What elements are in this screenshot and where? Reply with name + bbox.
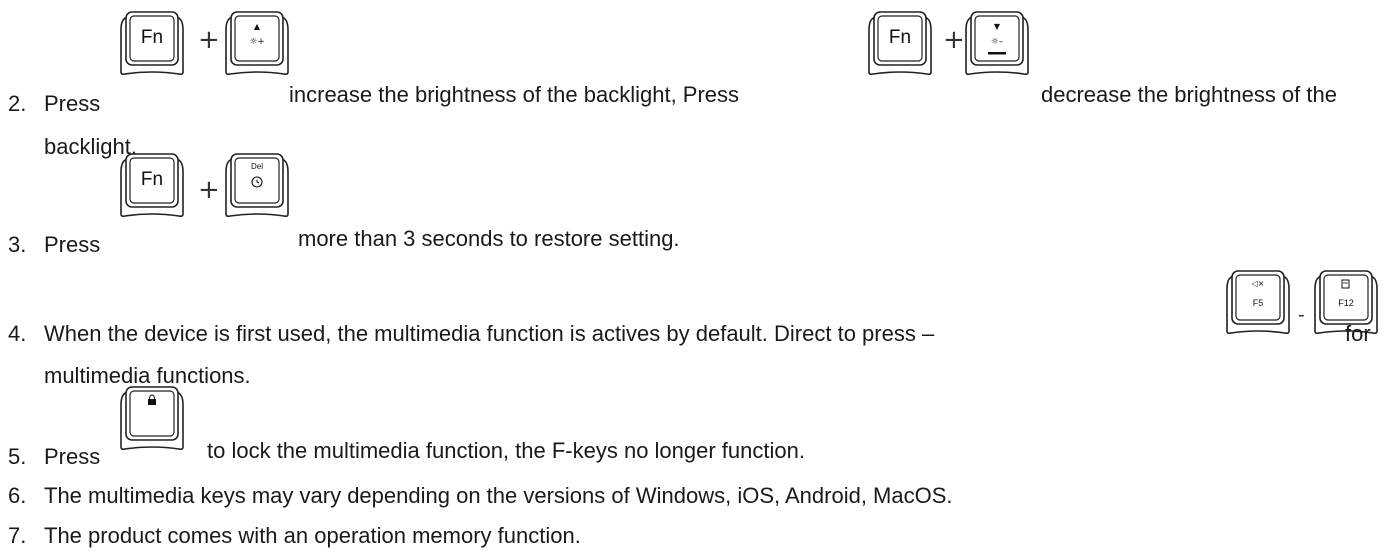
mute-icon: ◁× bbox=[1251, 279, 1265, 288]
fn-key-icon: Fn bbox=[865, 10, 935, 77]
brightness-up-label: ☼+ bbox=[249, 37, 265, 47]
plus-sign: + bbox=[198, 175, 220, 205]
fn-label: Fn bbox=[889, 27, 911, 48]
item-4-text: When the device is first used, the multi… bbox=[44, 321, 935, 346]
item-4-number: 4. bbox=[8, 321, 27, 346]
fn-label: Fn bbox=[141, 27, 163, 48]
up-arrow-icon: ▲ bbox=[254, 22, 261, 31]
plus-sign: + bbox=[198, 25, 220, 55]
down-arrow-icon: ▼ bbox=[994, 22, 1001, 31]
item-2-press: Press bbox=[44, 91, 101, 116]
delete-restore-key-icon: Del bbox=[222, 152, 292, 219]
item-7-text: The product comes with an operation memo… bbox=[44, 523, 581, 548]
item-5-end-text: to lock the multimedia function, the F-k… bbox=[207, 438, 805, 463]
item-2-mid-text: increase the brightness of the backlight… bbox=[289, 82, 740, 107]
del-label: Del bbox=[251, 162, 263, 171]
fn-lock-key-icon bbox=[117, 385, 187, 452]
item-6-number: 6. bbox=[8, 483, 27, 508]
brightness-down-label: ☼– bbox=[991, 37, 1004, 47]
item-3-press: Press bbox=[44, 232, 101, 257]
range-separator: - bbox=[1298, 304, 1305, 326]
item-2-end-text: decrease the brightness of the bbox=[1041, 82, 1337, 107]
f12-label: F12 bbox=[1338, 298, 1354, 308]
f5-label: F5 bbox=[1253, 298, 1264, 308]
item-3-number: 3. bbox=[8, 232, 27, 257]
brightness-up-key-icon: ▲ ☼+ bbox=[222, 10, 292, 77]
item-4-end-text: for bbox=[1345, 321, 1371, 346]
item-7-number: 7. bbox=[8, 523, 27, 548]
brightness-down-key-icon: ▼ ☼– bbox=[962, 10, 1032, 77]
item-3-end-text: more than 3 seconds to restore setting. bbox=[298, 226, 680, 251]
item-5-number: 5. bbox=[8, 444, 27, 469]
fn-key-icon: Fn bbox=[117, 152, 187, 219]
item-2-number: 2. bbox=[8, 91, 27, 116]
item-6-text: The multimedia keys may vary depending o… bbox=[44, 483, 953, 508]
fn-key-icon: Fn bbox=[117, 10, 187, 77]
f5-mute-key-icon: ◁× F5 bbox=[1223, 269, 1293, 336]
item-5-press: Press bbox=[44, 444, 101, 469]
fn-label: Fn bbox=[141, 169, 163, 190]
